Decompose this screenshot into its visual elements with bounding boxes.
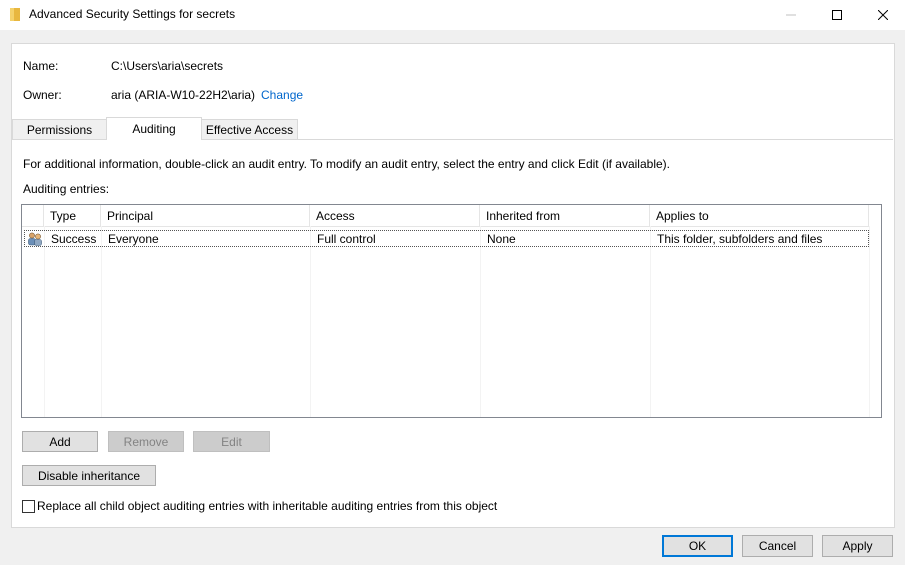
- change-owner-link[interactable]: Change: [261, 88, 303, 102]
- column-header-type[interactable]: Type: [44, 205, 101, 226]
- users-icon: [28, 232, 42, 246]
- name-value: C:\Users\aria\secrets: [111, 59, 224, 73]
- cancel-button[interactable]: Cancel: [742, 535, 813, 557]
- tab-label: Permissions: [26, 122, 93, 137]
- list-header: Type Principal Access Inherited from App…: [22, 205, 869, 227]
- row-icon-cell: [27, 231, 45, 246]
- row-inherited-from: None: [487, 231, 516, 246]
- column-header-label: Inherited from: [486, 208, 561, 223]
- column-header-label: Principal: [107, 208, 154, 223]
- folder-icon: [10, 8, 20, 21]
- auditing-entries-list[interactable]: Type Principal Access Inherited from App…: [21, 204, 882, 418]
- column-header-inherited-from[interactable]: Inherited from: [480, 205, 650, 226]
- replace-child-entries-checkbox[interactable]: [22, 500, 35, 513]
- tab-label: Effective Access: [205, 122, 294, 137]
- close-icon: [878, 10, 888, 20]
- column-divider: [44, 226, 45, 417]
- remove-button[interactable]: Remove: [108, 431, 184, 452]
- tab-permissions[interactable]: Permissions: [12, 119, 107, 139]
- replace-child-entries-label[interactable]: Replace all child object auditing entrie…: [37, 499, 497, 513]
- maximize-icon: [832, 10, 842, 20]
- column-divider: [869, 226, 870, 417]
- column-divider: [101, 226, 102, 417]
- column-header-applies-to[interactable]: Applies to: [650, 205, 869, 226]
- row-type: Success: [51, 231, 97, 246]
- row-access: Full control: [317, 231, 376, 246]
- row-principal: Everyone: [108, 231, 159, 246]
- column-divider: [650, 226, 651, 417]
- add-button[interactable]: Add: [22, 431, 98, 452]
- ok-button[interactable]: OK: [662, 535, 733, 557]
- advanced-security-window: Advanced Security Settings for secrets N…: [0, 0, 905, 565]
- tab-label: Auditing: [132, 122, 176, 136]
- icon-column-header[interactable]: [22, 205, 44, 226]
- close-button[interactable]: [860, 0, 905, 30]
- table-row[interactable]: Success Everyone Full control None This …: [24, 230, 869, 247]
- maximize-button[interactable]: [814, 0, 860, 30]
- auditing-entries-label: Auditing entries:: [23, 182, 110, 196]
- owner-label: Owner:: [23, 88, 62, 102]
- column-header-label: Applies to: [656, 208, 709, 223]
- column-header-principal[interactable]: Principal: [101, 205, 310, 226]
- tab-auditing[interactable]: Auditing: [106, 117, 202, 140]
- column-divider: [480, 226, 481, 417]
- minimize-icon: [786, 14, 796, 16]
- column-header-label: Access: [316, 208, 355, 223]
- auditing-instructions: For additional information, double-click…: [23, 157, 670, 171]
- edit-button[interactable]: Edit: [193, 431, 270, 452]
- tab-effective-access[interactable]: Effective Access: [201, 119, 298, 139]
- name-label: Name:: [23, 59, 59, 73]
- column-divider: [310, 226, 311, 417]
- column-header-label: Type: [50, 208, 77, 223]
- disable-inheritance-button[interactable]: Disable inheritance: [22, 465, 156, 486]
- apply-button[interactable]: Apply: [822, 535, 893, 557]
- minimize-button[interactable]: [768, 0, 814, 30]
- window-title: Advanced Security Settings for secrets: [29, 7, 236, 21]
- column-header-access[interactable]: Access: [310, 205, 480, 226]
- row-applies-to: This folder, subfolders and files: [657, 231, 823, 246]
- title-bar: Advanced Security Settings for secrets: [0, 0, 905, 30]
- owner-value: aria (ARIA-W10-22H2\aria): [111, 88, 256, 102]
